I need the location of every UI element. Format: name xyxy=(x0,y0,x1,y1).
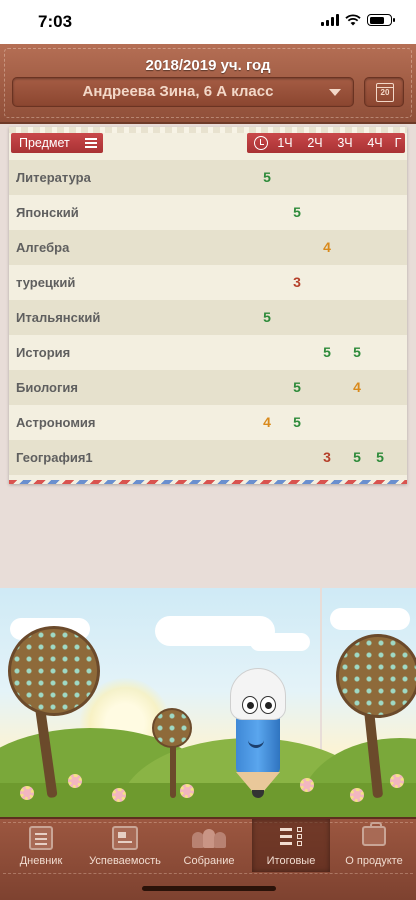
grade-cell[interactable]: 3 xyxy=(282,265,312,300)
grade-cell[interactable]: 4 xyxy=(252,405,282,440)
table-row[interactable]: Японский 5 xyxy=(9,195,407,230)
school-year-title: 2018/2019 уч. год xyxy=(145,57,271,74)
tree-icon xyxy=(152,708,192,748)
status-bar: 7:03 xyxy=(0,0,416,44)
period-header: 1Ч xyxy=(277,136,293,150)
grade-cell[interactable]: 5 xyxy=(365,440,395,475)
briefcase-icon xyxy=(362,822,386,846)
tab-label: Успеваемость xyxy=(89,855,161,867)
battery-icon xyxy=(367,14,395,26)
grade-cell[interactable]: 5 xyxy=(312,335,342,370)
tab-diary[interactable]: Дневник xyxy=(0,819,82,872)
clock-icon[interactable] xyxy=(254,136,268,150)
subject-name: Биология xyxy=(16,380,78,395)
grade-cell[interactable]: 4 xyxy=(342,370,372,405)
tab-progress[interactable]: Успеваемость xyxy=(82,819,168,872)
diary-icon xyxy=(29,826,53,850)
grade-cell[interactable]: 5 xyxy=(282,405,312,440)
subject-name: История xyxy=(16,345,71,360)
header: 2018/2019 уч. год Андреева Зина, 6 А кла… xyxy=(0,44,416,124)
table-row[interactable]: турецкий 3 xyxy=(9,265,407,300)
grade-cell[interactable]: 5 xyxy=(282,370,312,405)
subject-name: Астрономия xyxy=(16,415,96,430)
wifi-icon xyxy=(345,14,361,26)
table-row[interactable]: История 5 5 xyxy=(9,335,407,370)
subject-name: турецкий xyxy=(16,275,76,290)
period-header: 3Ч xyxy=(337,136,353,150)
calendar-icon: 20 xyxy=(376,83,394,102)
meeting-people-icon xyxy=(192,826,226,848)
table-row[interactable]: География1 3 5 5 xyxy=(9,440,407,475)
table-row[interactable]: Биология 5 4 xyxy=(9,370,407,405)
grade-cell[interactable]: 5 xyxy=(282,195,312,230)
progress-board-icon xyxy=(112,826,138,850)
tab-about[interactable]: О продукте xyxy=(332,819,416,872)
grade-cell[interactable]: 5 xyxy=(252,160,282,195)
summary-list-icon xyxy=(280,826,302,848)
table-header: Предмет 1Ч 2Ч 3Ч 4Ч Г xyxy=(9,133,407,153)
student-selector[interactable]: Андреева Зина, 6 А класс xyxy=(12,77,354,107)
student-name: Андреева Зина, 6 А класс xyxy=(82,83,274,100)
calendar-button[interactable]: 20 xyxy=(364,77,404,107)
pencil-mascot xyxy=(214,668,294,798)
period-headers: 1Ч 2Ч 3Ч 4Ч Г xyxy=(247,133,405,153)
status-time: 7:03 xyxy=(38,12,73,31)
tab-label: О продукте xyxy=(345,855,403,867)
period-header: Г xyxy=(394,136,402,150)
grade-cell[interactable]: 3 xyxy=(312,440,342,475)
dropdown-arrow-icon xyxy=(329,89,341,96)
grade-cell[interactable]: 5 xyxy=(252,300,282,335)
table-row[interactable]: Итальянский 5 xyxy=(9,300,407,335)
tab-meeting[interactable]: Собрание xyxy=(168,819,250,872)
tree-icon xyxy=(336,634,416,718)
airmail-border xyxy=(9,480,407,484)
grade-cell[interactable]: 4 xyxy=(312,230,342,265)
status-icons xyxy=(321,14,395,26)
tab-label: Собрание xyxy=(183,855,235,867)
subject-name: Литература xyxy=(16,170,91,185)
table-row[interactable]: Литература 5 xyxy=(9,160,407,195)
subject-name: Итальянский xyxy=(16,310,101,325)
subject-name: География1 xyxy=(16,450,93,465)
home-indicator xyxy=(142,886,276,891)
table-row[interactable]: Астрономия 4 5 xyxy=(9,405,407,440)
meadow-illustration xyxy=(0,588,416,818)
cellular-signal-icon xyxy=(321,14,339,26)
table-row[interactable]: Алгебра 4 xyxy=(9,230,407,265)
tree-icon xyxy=(8,626,100,716)
tab-label: Дневник xyxy=(19,855,63,867)
subject-name: Японский xyxy=(16,205,79,220)
list-icon xyxy=(85,138,97,148)
grades-card: Предмет 1Ч 2Ч 3Ч 4Ч Г Литература 5 Японски… xyxy=(9,127,407,484)
grade-cell[interactable]: 5 xyxy=(342,335,372,370)
subject-header-label: Предмет xyxy=(19,136,70,150)
subject-name: Алгебра xyxy=(16,240,70,255)
tab-summary[interactable]: Итоговые xyxy=(252,819,330,872)
subject-sort-button[interactable]: Предмет xyxy=(11,133,103,153)
period-header: 2Ч xyxy=(307,136,323,150)
tab-label: Итоговые xyxy=(266,855,316,867)
